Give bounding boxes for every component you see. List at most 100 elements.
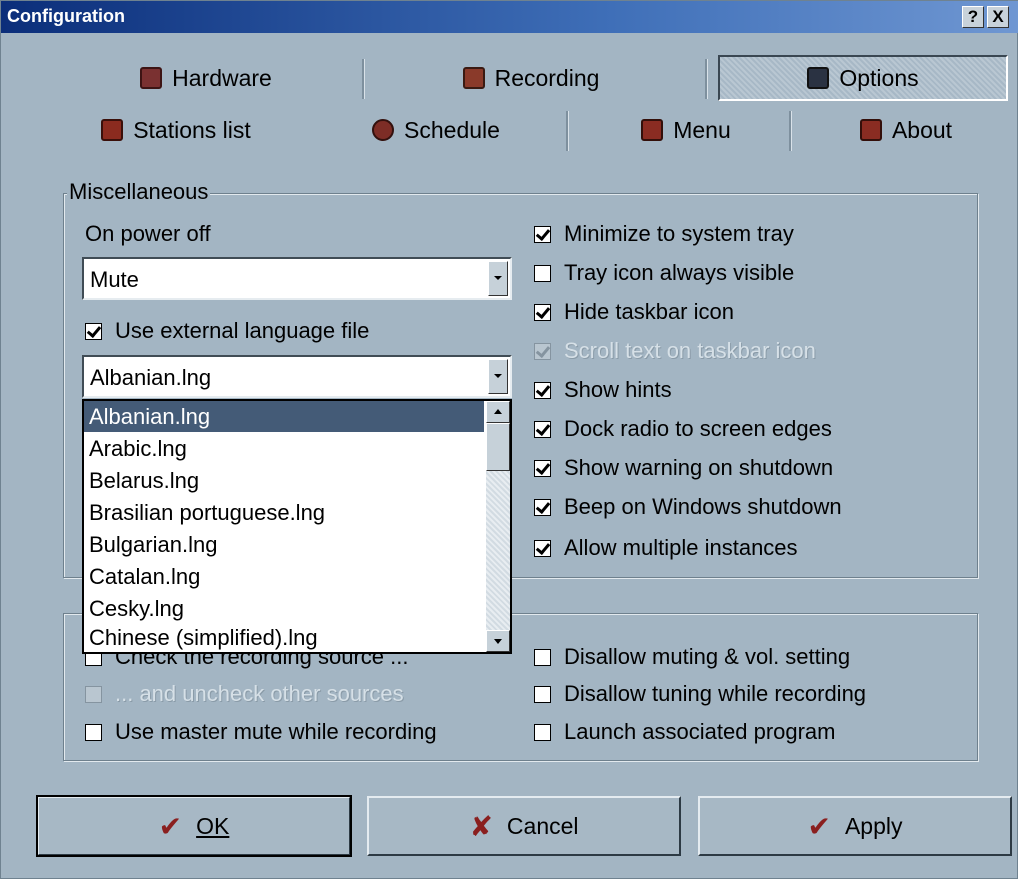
scroll-up-icon[interactable]: [486, 401, 510, 423]
scroll-down-icon[interactable]: [486, 630, 510, 652]
checkbox-label: Disallow muting & vol. setting: [564, 644, 851, 669]
apply-label: Apply: [844, 812, 903, 839]
hide-taskbar-icon-checkbox[interactable]: Hide taskbar icon: [534, 299, 734, 325]
checkbox-box[interactable]: [534, 459, 551, 477]
ok-button[interactable]: ✔ OK: [36, 795, 352, 857]
power-off-label: On power off: [85, 221, 211, 246]
checkbox-box: [534, 342, 551, 360]
cross-icon: ✘: [469, 810, 493, 842]
checkbox-label: Tray icon always visible: [564, 260, 795, 285]
close-button[interactable]: X: [987, 6, 1009, 28]
tab-divider: [705, 59, 708, 99]
about-icon: [859, 119, 882, 141]
tab-schedule[interactable]: Schedule: [331, 107, 541, 153]
tab-row-1: Hardware Recording Options: [1, 55, 1018, 103]
multiple-instances-checkbox[interactable]: Allow multiple instances: [534, 535, 798, 561]
checkbox-box[interactable]: [85, 723, 102, 741]
window-title: Configuration: [7, 6, 125, 26]
list-item[interactable]: Arabic.lng: [84, 433, 484, 464]
list-item[interactable]: Catalan.lng: [84, 561, 484, 592]
tab-menu[interactable]: Menu: [591, 107, 781, 153]
checkbox-box[interactable]: [534, 420, 551, 438]
checkbox-label: Launch associated program: [564, 719, 836, 744]
checkbox-box: [85, 685, 102, 703]
tab-label: Hardware: [172, 64, 272, 91]
warning-shutdown-checkbox[interactable]: Show warning on shutdown: [534, 455, 833, 481]
list-item[interactable]: Belarus.lng: [84, 465, 484, 496]
tab-label: Schedule: [404, 116, 500, 143]
checkbox-box[interactable]: [534, 264, 551, 282]
use-language-file-checkbox[interactable]: Use external language file: [85, 318, 369, 344]
minimize-tray-checkbox[interactable]: Minimize to system tray: [534, 221, 794, 247]
hardware-icon: [140, 67, 163, 89]
recording-icon: [462, 67, 485, 89]
tray-icon-visible-checkbox[interactable]: Tray icon always visible: [534, 260, 794, 286]
tab-divider: [362, 59, 365, 99]
tab-options[interactable]: Options: [718, 55, 1008, 101]
title-bar[interactable]: Configuration ? X: [1, 1, 1018, 33]
power-off-value: Mute: [90, 267, 139, 292]
tab-label: Menu: [673, 116, 731, 143]
list-item[interactable]: Albanian.lng: [84, 401, 484, 432]
checkbox-label: Use external language file: [115, 318, 370, 343]
language-select[interactable]: Albanian.lng: [82, 355, 512, 398]
checkbox-label: Allow multiple instances: [564, 535, 798, 560]
schedule-icon: [372, 119, 395, 141]
checkbox-label: Beep on Windows shutdown: [564, 494, 842, 519]
checkbox-box[interactable]: [534, 225, 551, 243]
tab-about[interactable]: About: [821, 107, 991, 153]
chevron-down-icon[interactable]: [488, 261, 508, 296]
dropdown-scrollbar[interactable]: [486, 401, 510, 652]
checkbox-box[interactable]: [85, 322, 102, 340]
checkbox-box[interactable]: [534, 539, 551, 557]
checkbox-box[interactable]: [534, 685, 551, 703]
checkbox-box[interactable]: [534, 498, 551, 516]
disallow-tuning-checkbox[interactable]: Disallow tuning while recording: [534, 681, 866, 707]
list-item[interactable]: Bulgarian.lng: [84, 529, 484, 560]
tab-row-2: Stations list Schedule Menu About: [1, 107, 1018, 155]
stations-list-icon: [101, 119, 124, 141]
options-icon: [807, 67, 830, 89]
checkbox-label: Use master mute while recording: [115, 719, 437, 744]
beep-shutdown-checkbox[interactable]: Beep on Windows shutdown: [534, 494, 842, 520]
tab-hardware[interactable]: Hardware: [61, 55, 351, 101]
tab-divider: [789, 111, 792, 151]
tab-recording[interactable]: Recording: [371, 55, 691, 101]
cancel-label: Cancel: [506, 812, 579, 839]
checkbox-label: Scroll text on taskbar icon: [564, 338, 816, 363]
tab-label: Stations list: [133, 116, 251, 143]
cancel-button[interactable]: ✘ Cancel: [367, 796, 681, 856]
checkbox-label: Show hints: [564, 377, 672, 402]
help-button[interactable]: ?: [962, 6, 984, 28]
menu-icon: [641, 119, 664, 141]
checkbox-box[interactable]: [534, 303, 551, 321]
launch-program-checkbox[interactable]: Launch associated program: [534, 719, 836, 745]
checkbox-label: Disallow tuning while recording: [564, 681, 867, 706]
checkbox-label: Minimize to system tray: [564, 221, 794, 246]
scroll-thumb[interactable]: [486, 423, 510, 471]
checkbox-label: Dock radio to screen edges: [564, 416, 832, 441]
tab-divider: [566, 111, 569, 151]
apply-button[interactable]: ✔ Apply: [698, 796, 1012, 856]
scroll-text-checkbox: Scroll text on taskbar icon: [534, 338, 816, 364]
power-off-select[interactable]: Mute: [82, 257, 512, 300]
checkbox-box[interactable]: [534, 648, 551, 666]
disallow-muting-checkbox[interactable]: Disallow muting & vol. setting: [534, 644, 850, 670]
checkbox-label: Show warning on shutdown: [564, 455, 834, 480]
dock-edges-checkbox[interactable]: Dock radio to screen edges: [534, 416, 832, 442]
master-mute-checkbox[interactable]: Use master mute while recording: [85, 719, 437, 745]
tab-label: Options: [839, 64, 919, 91]
checkbox-box[interactable]: [534, 723, 551, 741]
tab-label: About: [891, 116, 953, 143]
checkbox-box[interactable]: [534, 381, 551, 399]
chevron-down-icon[interactable]: [488, 359, 508, 394]
tab-stations-list[interactable]: Stations list: [61, 107, 291, 153]
list-item[interactable]: Cesky.lng: [84, 593, 484, 624]
show-hints-checkbox[interactable]: Show hints: [534, 377, 672, 403]
misc-legend: Miscellaneous: [67, 179, 211, 205]
checkbox-label: Hide taskbar icon: [564, 299, 734, 324]
list-item[interactable]: Chinese (simplified).lng: [84, 622, 484, 652]
configuration-window: Configuration ? X Hardware Recording Opt…: [0, 0, 1018, 879]
language-dropdown-list[interactable]: Albanian.lng Arabic.lng Belarus.lng Bras…: [82, 399, 512, 654]
list-item[interactable]: Brasilian portuguese.lng: [84, 497, 484, 528]
